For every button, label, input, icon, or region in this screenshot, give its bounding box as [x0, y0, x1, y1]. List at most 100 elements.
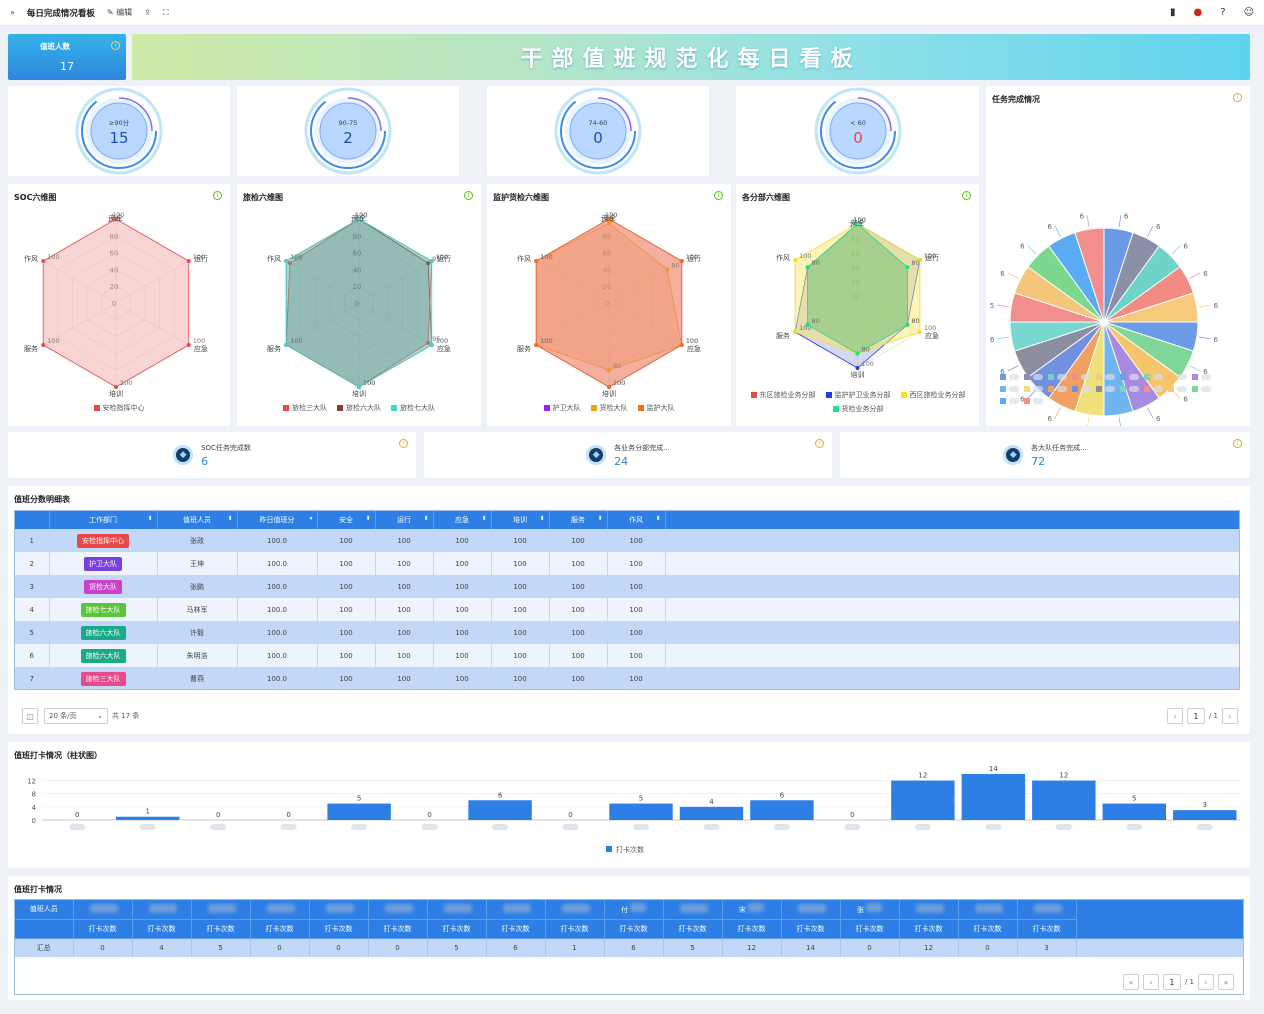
bar[interactable] — [750, 800, 814, 820]
bar[interactable] — [609, 803, 673, 820]
pie-legend-swatch[interactable] — [1072, 374, 1078, 380]
legend-swatch — [543, 405, 550, 411]
pie-legend-swatch[interactable] — [1168, 374, 1174, 380]
first-page-button[interactable]: « — [1122, 974, 1139, 990]
legend-item[interactable]: 监护护卫业务分部 — [825, 390, 891, 400]
page-size-select[interactable]: 20 条/页 ⌄ — [44, 708, 108, 724]
sort-icon[interactable]: ⬍ — [539, 515, 544, 522]
expand-icon[interactable]: » — [10, 8, 15, 17]
bar[interactable] — [891, 780, 955, 820]
notebook-icon[interactable]: ▮ — [1170, 7, 1176, 18]
avatar[interactable]: ☺ — [1244, 7, 1254, 18]
pie-legend-swatch[interactable] — [1024, 374, 1030, 380]
pie-legend-swatch[interactable] — [1192, 386, 1198, 392]
legend-item[interactable]: 西区旅检业务分部 — [900, 390, 966, 400]
table-row[interactable]: 1 安检指挥中心 张政 100.0 100 100 100 100 100 100 — [15, 529, 1239, 552]
checkin-pager: « ‹ 1 / 1 › » — [1121, 974, 1236, 990]
sort-icon[interactable]: ⬍ — [423, 515, 428, 522]
bar[interactable] — [961, 774, 1026, 820]
help-icon[interactable]: ? — [1220, 7, 1225, 18]
next-page-button[interactable]: › — [1222, 708, 1238, 724]
legend-item[interactable]: 东区旅检业务分部 — [750, 390, 816, 400]
pie-legend-swatch[interactable] — [1144, 374, 1150, 380]
pie-legend-swatch[interactable] — [1000, 386, 1006, 392]
info-icon[interactable]: ! — [399, 439, 408, 448]
legend-item[interactable]: 旅检六大队 — [337, 403, 381, 413]
table-cell: 100.0 — [237, 575, 318, 598]
bar[interactable] — [1102, 803, 1167, 820]
pie-legend-swatch[interactable] — [1000, 398, 1006, 404]
legend-item[interactable]: 护卫大队 — [543, 403, 581, 413]
table-row[interactable]: 4 旅检七大队 马林军 100.0 100 100 100 100 100 100 — [15, 598, 1239, 621]
pie-legend-swatch[interactable] — [1024, 398, 1030, 404]
bar[interactable] — [468, 800, 532, 820]
table-cell: 100 — [433, 575, 492, 598]
info-icon[interactable]: i — [962, 191, 971, 200]
notification-icon[interactable]: ● — [1194, 7, 1203, 18]
sort-icon[interactable]: ⬍ — [227, 515, 232, 522]
prev-page-button[interactable]: ‹ — [1166, 708, 1183, 724]
column-header[interactable]: 值班人员 ⬍ — [157, 511, 238, 529]
column-header[interactable]: 应急 ⬍ — [433, 511, 492, 529]
pie-legend-swatch[interactable] — [1192, 374, 1198, 380]
column-header[interactable]: 服务 ⬍ — [549, 511, 608, 529]
detail-table-wrap[interactable]: 工作部门 ⬍ 值班人员 ⬍ 昨日值班分 ▾ 安全 ⬍ 运行 ⬍ 应急 ⬍ 培训 ⬍ 服务 ⬍ 作风 ⬍ 1 安检指挥中… — [14, 510, 1240, 690]
column-settings-icon[interactable]: ◫ — [22, 708, 38, 724]
edit-button[interactable]: ✎ 编辑 — [107, 7, 132, 18]
info-icon[interactable]: i — [213, 191, 222, 200]
pie-legend-swatch[interactable] — [1072, 386, 1078, 392]
info-icon[interactable]: ! — [1233, 439, 1242, 448]
table-row[interactable]: 2 护卫大队 王坤 100.0 100 100 100 100 100 100 — [15, 552, 1239, 575]
legend-item[interactable]: 监护大队 — [637, 403, 675, 413]
share-icon[interactable]: ⇪ — [144, 8, 151, 17]
legend-item[interactable]: 旅检七大队 — [391, 403, 435, 413]
info-icon[interactable]: i — [714, 191, 723, 200]
column-header[interactable]: 工作部门 ⬍ — [49, 511, 158, 529]
legend-label: 货检业务分部 — [841, 405, 884, 413]
fullscreen-icon[interactable]: ⛶ — [163, 8, 169, 18]
pie-legend-swatch[interactable] — [1144, 386, 1150, 392]
column-header[interactable]: 培训 ⬍ — [491, 511, 550, 529]
bar[interactable] — [679, 806, 744, 820]
legend-swatch[interactable] — [606, 846, 612, 852]
legend-item[interactable]: 安检指挥中心 — [93, 403, 145, 413]
page-input[interactable]: 1 — [1162, 974, 1181, 990]
table-row[interactable]: 7 旅检三大队 曹燕 100.0 100 100 100 100 100 100 — [15, 667, 1239, 689]
page-input[interactable]: 1 — [1186, 708, 1205, 724]
table-row[interactable]: 5 旅检六大队 许毅 100.0 100 100 100 100 100 100 — [15, 621, 1239, 644]
legend-item[interactable]: 货检大队 — [590, 403, 628, 413]
bar[interactable] — [327, 803, 391, 820]
pie-legend-swatch[interactable] — [1024, 386, 1030, 392]
column-header[interactable]: 昨日值班分 ▾ — [237, 511, 318, 529]
bar[interactable] — [115, 816, 180, 820]
pie-legend-swatch[interactable] — [1120, 386, 1126, 392]
table-row[interactable]: 3 货检大队 张鹏 100.0 100 100 100 100 100 100 — [15, 575, 1239, 598]
column-header[interactable]: 安全 ⬍ — [317, 511, 376, 529]
pie-legend-swatch[interactable] — [1096, 374, 1102, 380]
sort-icon[interactable]: ⬍ — [481, 515, 486, 522]
next-page-button[interactable]: › — [1198, 974, 1214, 990]
last-page-button[interactable]: » — [1218, 974, 1234, 990]
sort-icon[interactable]: ⬍ — [597, 515, 602, 522]
column-header[interactable]: 运行 ⬍ — [375, 511, 434, 529]
info-icon[interactable]: ! — [815, 439, 824, 448]
bar[interactable] — [1032, 780, 1096, 820]
sort-icon[interactable]: ⬍ — [365, 515, 370, 522]
column-header[interactable]: 作风 ⬍ — [607, 511, 666, 529]
sort-icon[interactable]: ▾ — [309, 515, 312, 522]
sort-icon[interactable]: ⬍ — [655, 515, 660, 522]
pie-legend-swatch[interactable] — [1048, 374, 1054, 380]
pie-legend-swatch[interactable] — [1120, 374, 1126, 380]
pie-legend-swatch[interactable] — [1096, 386, 1102, 392]
table-row[interactable]: 6 旅检六大队 朱明浩 100.0 100 100 100 100 100 100 — [15, 644, 1239, 667]
sort-icon[interactable]: ⬍ — [147, 515, 152, 522]
bar[interactable] — [1173, 810, 1237, 820]
prev-page-button[interactable]: ‹ — [1142, 974, 1159, 990]
legend-item[interactable]: 旅检三大队 — [283, 403, 327, 413]
info-icon[interactable]: i — [111, 41, 120, 50]
legend-item[interactable]: 货检业务分部 — [832, 404, 884, 414]
pie-legend-swatch[interactable] — [1168, 386, 1174, 392]
pie-legend-swatch[interactable] — [1000, 374, 1006, 380]
info-icon[interactable]: i — [464, 191, 473, 200]
pie-legend-swatch[interactable] — [1048, 386, 1054, 392]
